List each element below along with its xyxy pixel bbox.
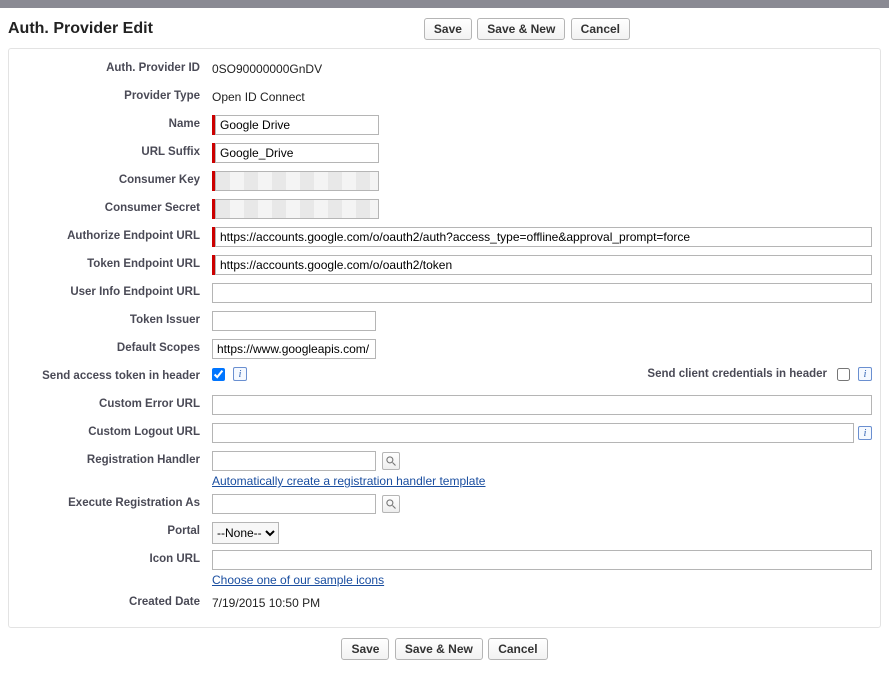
authorize-endpoint-input[interactable] xyxy=(215,227,872,247)
label-user-info-endpoint: User Info Endpoint URL xyxy=(17,283,212,298)
send-access-token-checkbox[interactable] xyxy=(212,368,225,381)
value-auth-provider-id: 0SO90000000GnDV xyxy=(212,59,322,76)
info-icon[interactable]: i xyxy=(233,367,247,381)
url-suffix-input[interactable] xyxy=(215,143,379,163)
label-auth-provider-id: Auth. Provider ID xyxy=(17,59,212,74)
execute-registration-as-input[interactable] xyxy=(212,494,376,514)
label-icon-url: Icon URL xyxy=(17,550,212,565)
icon-url-input[interactable] xyxy=(212,550,872,570)
label-consumer-key: Consumer Key xyxy=(17,171,212,186)
token-endpoint-input[interactable] xyxy=(215,255,872,275)
label-send-client-creds: Send client credentials in header xyxy=(647,368,837,380)
send-client-creds-checkbox[interactable] xyxy=(837,368,850,381)
label-name: Name xyxy=(17,115,212,130)
label-provider-type: Provider Type xyxy=(17,87,212,102)
info-icon[interactable]: i xyxy=(858,426,872,440)
cancel-button[interactable]: Cancel xyxy=(488,638,547,660)
lookup-icon[interactable] xyxy=(382,452,400,470)
save-button[interactable]: Save xyxy=(424,18,472,40)
token-issuer-input[interactable] xyxy=(212,311,376,331)
label-token-endpoint: Token Endpoint URL xyxy=(17,255,212,270)
info-icon[interactable]: i xyxy=(858,367,872,381)
label-custom-logout-url: Custom Logout URL xyxy=(17,423,212,438)
save-new-button[interactable]: Save & New xyxy=(395,638,483,660)
header-row: Auth. Provider Edit Save Save & New Canc… xyxy=(8,14,881,48)
label-token-issuer: Token Issuer xyxy=(17,311,212,326)
form-panel: Auth. Provider ID 0SO90000000GnDV Provid… xyxy=(8,48,881,628)
window-top-bar xyxy=(0,0,889,8)
label-portal: Portal xyxy=(17,522,212,537)
name-input[interactable] xyxy=(215,115,379,135)
label-authorize-endpoint: Authorize Endpoint URL xyxy=(17,227,212,242)
label-custom-error-url: Custom Error URL xyxy=(17,395,212,410)
footer-button-group: Save Save & New Cancel xyxy=(8,628,881,664)
header-button-group: Save Save & New Cancel xyxy=(173,18,881,40)
cancel-button[interactable]: Cancel xyxy=(571,18,630,40)
label-execute-registration-as: Execute Registration As xyxy=(17,494,212,509)
default-scopes-input[interactable] xyxy=(212,339,376,359)
page-body: Auth. Provider Edit Save Save & New Canc… xyxy=(0,8,889,676)
value-created-date: 7/19/2015 10:50 PM xyxy=(212,593,320,610)
choose-sample-icons-link[interactable]: Choose one of our sample icons xyxy=(212,573,872,587)
label-consumer-secret: Consumer Secret xyxy=(17,199,212,214)
custom-logout-url-input[interactable] xyxy=(212,423,854,443)
consumer-key-input[interactable] xyxy=(215,171,379,191)
label-send-access-token: Send access token in header xyxy=(17,367,212,382)
label-url-suffix: URL Suffix xyxy=(17,143,212,158)
consumer-secret-input[interactable] xyxy=(215,199,379,219)
lookup-icon[interactable] xyxy=(382,495,400,513)
custom-error-url-input[interactable] xyxy=(212,395,872,415)
page-title: Auth. Provider Edit xyxy=(8,20,173,38)
label-default-scopes: Default Scopes xyxy=(17,339,212,354)
label-registration-handler: Registration Handler xyxy=(17,451,212,466)
user-info-endpoint-input[interactable] xyxy=(212,283,872,303)
registration-handler-input[interactable] xyxy=(212,451,376,471)
portal-select[interactable]: --None-- xyxy=(212,522,279,544)
auto-create-handler-link[interactable]: Automatically create a registration hand… xyxy=(212,474,872,488)
value-provider-type: Open ID Connect xyxy=(212,87,305,104)
save-button[interactable]: Save xyxy=(341,638,389,660)
save-new-button[interactable]: Save & New xyxy=(477,18,565,40)
